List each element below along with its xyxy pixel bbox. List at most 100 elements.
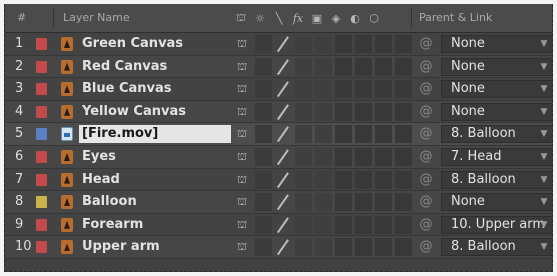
quality-slash-icon[interactable]: [275, 81, 291, 97]
layer-name[interactable]: Head: [82, 169, 120, 191]
layer-row[interactable]: 6 Eyes ⛫ @7. Head ▼: [5, 145, 552, 169]
label-color-swatch[interactable]: [36, 173, 47, 186]
parent-dropdown[interactable]: None ▼: [441, 80, 552, 99]
layer-switch[interactable]: [335, 125, 352, 144]
layer-switch[interactable]: [375, 215, 392, 234]
pick-whip-icon[interactable]: @: [418, 126, 434, 142]
shy-icon[interactable]: ⛫: [235, 105, 249, 119]
pick-whip-icon[interactable]: @: [418, 194, 434, 210]
label-color-swatch[interactable]: [36, 38, 47, 50]
layer-switch[interactable]: [395, 147, 412, 166]
layer-switch[interactable]: [395, 193, 412, 212]
layer-switch[interactable]: [335, 193, 352, 212]
collapse-switch[interactable]: [255, 215, 272, 234]
layer-switch[interactable]: [335, 80, 352, 99]
pick-whip-icon[interactable]: @: [418, 149, 434, 165]
quality-slash-icon[interactable]: [275, 126, 291, 142]
layer-switch[interactable]: [375, 170, 392, 189]
collapse-switch[interactable]: [255, 125, 272, 144]
layer-switch[interactable]: [395, 80, 412, 99]
layer-switch[interactable]: [355, 35, 372, 53]
layer-switch[interactable]: [295, 238, 312, 257]
layer-switch[interactable]: [355, 147, 372, 166]
parent-dropdown[interactable]: 8. Balloon ▼: [441, 170, 552, 189]
layer-switch[interactable]: [295, 125, 312, 144]
shy-icon[interactable]: ⛫: [235, 60, 249, 74]
pick-whip-icon[interactable]: @: [418, 81, 434, 97]
layer-name[interactable]: Red Canvas: [82, 56, 167, 78]
layer-switch[interactable]: [355, 80, 372, 99]
layer-switch[interactable]: [335, 57, 352, 76]
layer-row[interactable]: 4 Yellow Canvas ⛫ @ None ▼: [5, 100, 552, 124]
layer-switch[interactable]: [295, 102, 312, 121]
shy-icon[interactable]: ⛫: [235, 218, 249, 232]
quality-slash-icon[interactable]: [275, 149, 291, 165]
layer-name[interactable]: Yellow Canvas: [82, 101, 186, 123]
parent-dropdown[interactable]: 8. Balloon ▼: [441, 238, 552, 257]
quality-slash-icon[interactable]: [275, 36, 291, 52]
pick-whip-icon[interactable]: @: [418, 239, 434, 255]
layer-row[interactable]: 2 Red Canvas ⛫ @ None ▼: [5, 55, 552, 79]
layer-row[interactable]: 7 Head ⛫ @8. Balloon ▼: [5, 169, 552, 192]
cube-icon[interactable]: ⬡: [367, 11, 381, 25]
layer-switch[interactable]: [395, 102, 412, 121]
parent-link-column-header[interactable]: Parent & Link: [419, 4, 492, 32]
layer-switch[interactable]: [315, 170, 332, 189]
layer-switch[interactable]: [375, 238, 392, 257]
layer-switch[interactable]: [295, 170, 312, 189]
layer-switch[interactable]: [355, 238, 372, 257]
layer-switch[interactable]: [315, 102, 332, 121]
layer-switch[interactable]: [375, 193, 392, 212]
layer-switch[interactable]: [375, 35, 392, 53]
layer-switch[interactable]: [335, 147, 352, 166]
3d-layer-icon[interactable]: ◐: [348, 11, 362, 25]
layer-name[interactable]: [Fire.mov]: [82, 123, 158, 145]
label-color-swatch[interactable]: [36, 105, 47, 118]
adjustment-icon[interactable]: ◈: [329, 11, 343, 25]
shy-icon[interactable]: ⛫: [235, 37, 249, 51]
layer-name-column-header[interactable]: Layer Name: [63, 4, 130, 32]
layer-switch[interactable]: [295, 35, 312, 53]
shy-icon[interactable]: ⛫: [235, 240, 249, 254]
layer-switch[interactable]: [315, 80, 332, 99]
parent-dropdown[interactable]: None ▼: [441, 35, 552, 53]
shy-icon[interactable]: ⛫: [235, 195, 249, 209]
layer-row[interactable]: 1 Green Canvas ⛫ @ None ▼: [5, 33, 552, 56]
layer-name[interactable]: Eyes: [82, 146, 116, 168]
quality-slash-icon[interactable]: [275, 172, 291, 188]
shy-icon[interactable]: ⛫: [234, 11, 248, 25]
pick-whip-icon[interactable]: @: [418, 172, 434, 188]
layer-switch[interactable]: [295, 80, 312, 99]
layer-switch[interactable]: [295, 57, 312, 76]
parent-dropdown[interactable]: 7. Head ▼: [441, 147, 552, 166]
pick-whip-icon[interactable]: @: [418, 59, 434, 75]
layer-switch[interactable]: [395, 215, 412, 234]
layer-switch[interactable]: [375, 147, 392, 166]
layer-switch[interactable]: [355, 102, 372, 121]
layer-switch[interactable]: [295, 147, 312, 166]
collapse-switch[interactable]: [255, 238, 272, 257]
label-color-swatch[interactable]: [36, 83, 47, 96]
layer-switch[interactable]: [355, 57, 372, 76]
layer-name[interactable]: Green Canvas: [82, 33, 183, 55]
layer-row[interactable]: 8 Balloon ⛫ @ None ▼: [5, 191, 552, 214]
fx-icon[interactable]: fx: [291, 11, 305, 25]
layer-switch[interactable]: [395, 170, 412, 189]
layer-switch[interactable]: [335, 238, 352, 257]
label-color-swatch[interactable]: [36, 60, 47, 73]
layer-switch[interactable]: [375, 102, 392, 121]
pick-whip-icon[interactable]: @: [418, 36, 434, 52]
layer-switch[interactable]: [315, 215, 332, 234]
parent-dropdown[interactable]: 10. Upper arm ▼: [441, 215, 552, 234]
layer-name[interactable]: Upper arm: [82, 236, 160, 258]
collapse-switch[interactable]: [255, 170, 272, 189]
layer-switch[interactable]: [315, 125, 332, 144]
quality-slash-icon[interactable]: [275, 239, 291, 255]
parent-dropdown[interactable]: 8. Balloon ▼: [441, 125, 552, 144]
collapse-switch[interactable]: [255, 147, 272, 166]
parent-dropdown[interactable]: None ▼: [441, 102, 552, 121]
label-color-swatch[interactable]: [36, 150, 47, 163]
layer-switch[interactable]: [355, 215, 372, 234]
quality-slash-icon[interactable]: [275, 104, 291, 120]
parent-dropdown[interactable]: None ▼: [441, 57, 552, 76]
